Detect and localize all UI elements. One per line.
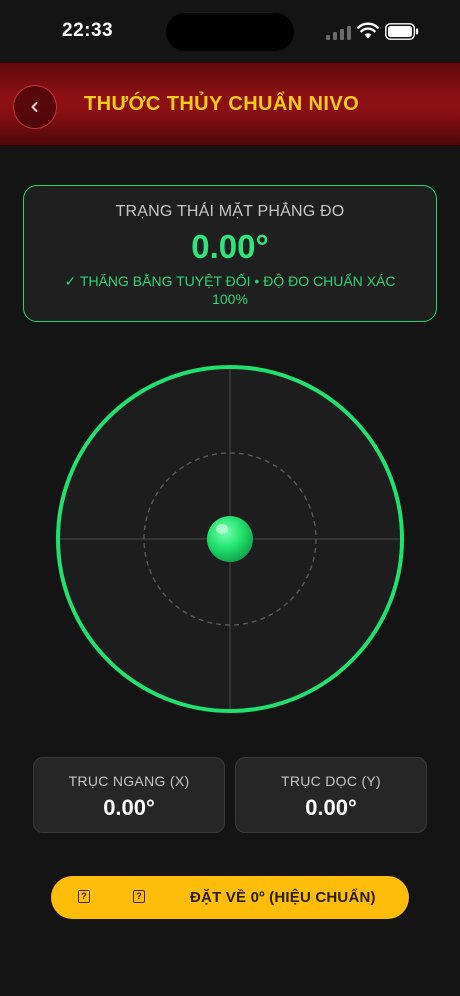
page-title: THƯỚC THỦY CHUẨN NIVO: [84, 93, 360, 115]
status-time: 22:33: [62, 20, 114, 41]
dynamic-island: [166, 13, 294, 51]
bubble-level-gauge: [56, 365, 404, 713]
placeholder-glyph-icon: ?: [78, 890, 90, 903]
status-message: ✓ THĂNG BẰNG TUYỆT ĐỐI • ĐỘ ĐO CHUẨN XÁC…: [64, 273, 396, 307]
x-axis-value: 0.00°: [103, 795, 155, 820]
x-axis-label: TRỤC NGANG (X): [68, 773, 190, 789]
x-axis-card: TRỤC NGANG (X) 0.00°: [33, 757, 225, 833]
status-card-label: TRẠNG THÁI MẶT PHẲNG ĐO: [115, 203, 345, 220]
y-axis-value: 0.00°: [305, 795, 357, 820]
plane-status-card: TRẠNG THÁI MẶT PHẲNG ĐO 0.00° ✓ THĂNG BẰ…: [23, 185, 437, 322]
back-button[interactable]: [13, 85, 57, 129]
placeholder-glyph-icon: ?: [133, 890, 145, 903]
y-axis-card: TRỤC DỌC (Y) 0.00°: [235, 757, 427, 833]
calibrate-reset-button[interactable]: ? ? ĐẶT VỀ 0º (HIỆU CHUẨN): [51, 876, 409, 919]
y-axis-label: TRỤC DỌC (Y): [280, 773, 382, 789]
chevron-left-icon: [31, 102, 38, 112]
level-screen: 22:33 THƯỚC THỦY CHUẨN NIVO TRẠNG THÁI M…: [0, 0, 460, 996]
battery-icon: [385, 23, 419, 40]
status-bar: 22:33: [0, 0, 460, 62]
level-bubble: [207, 516, 253, 562]
wifi-icon: [357, 22, 379, 39]
calibrate-reset-label: ĐẶT VỀ 0º (HIỆU CHUẨN): [190, 889, 376, 906]
header-bar: THƯỚC THỦY CHUẨN NIVO: [0, 62, 460, 146]
status-angle-value: 0.00°: [191, 228, 269, 265]
cellular-signal-icon: [326, 26, 351, 40]
